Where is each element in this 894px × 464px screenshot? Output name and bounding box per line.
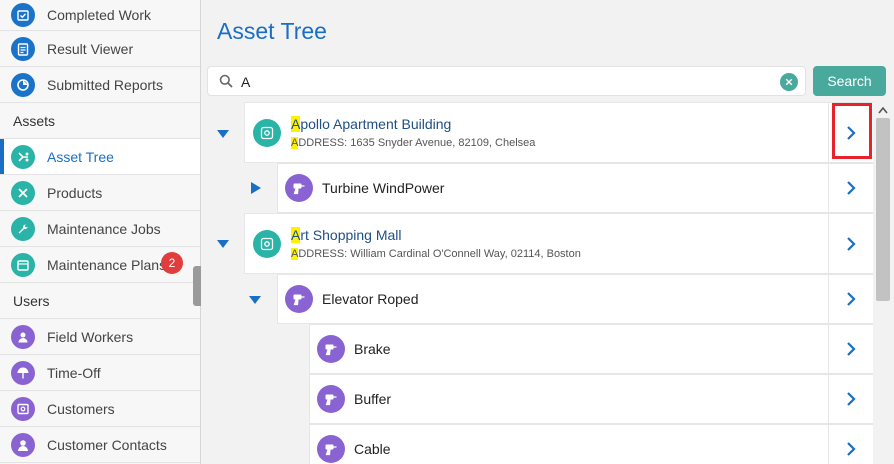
- row-title: Buffer: [354, 391, 392, 407]
- drill-icon: [317, 335, 345, 363]
- row-title: Brake: [354, 341, 391, 357]
- drill-icon: [285, 174, 313, 202]
- row-address: ADDRESS: William Cardinal O'Connell Way,…: [291, 248, 581, 260]
- sidebar-item-label: Field Workers: [47, 328, 134, 345]
- row-title: Cable: [354, 441, 391, 457]
- row-title: Apollo Apartment Building: [291, 116, 535, 132]
- tree-row-elevator-roped[interactable]: Elevator Roped: [277, 274, 874, 324]
- scroll-up-arrow-icon[interactable]: [877, 105, 889, 115]
- callout-highlight-box: [832, 103, 872, 159]
- pie-chart-icon: [11, 72, 35, 97]
- tree-row-turbine-windpower[interactable]: Turbine WindPower: [277, 163, 874, 213]
- wrench-icon: [11, 216, 35, 241]
- sidebar-item-label: Completed Work: [47, 7, 152, 23]
- row-address-text: DDRESS: William Cardinal O'Connell Way, …: [298, 248, 581, 260]
- section-header-users: Users: [0, 283, 200, 319]
- row-title: Art Shopping Mall: [291, 227, 581, 243]
- row-title: Turbine WindPower: [322, 180, 445, 196]
- tree-row-buffer[interactable]: Buffer: [309, 374, 874, 424]
- chevron-right-icon: [847, 392, 856, 406]
- search-button[interactable]: Search: [813, 66, 886, 96]
- sidebar-item-time-off[interactable]: Time-Off: [0, 355, 200, 391]
- match-highlight: A: [291, 116, 301, 132]
- worker-icon: [11, 324, 35, 349]
- drill-icon: [317, 435, 345, 463]
- sidebar-item-label: Asset Tree: [47, 148, 114, 165]
- sidebar: Completed Work Result Viewer Submitted R…: [0, 0, 201, 464]
- sidebar-item-label: Submitted Reports: [47, 76, 163, 93]
- row-text: Art Shopping Mall ADDRESS: William Cardi…: [291, 227, 581, 260]
- sidebar-item-products[interactable]: Products: [0, 175, 200, 211]
- chevron-right-icon: [847, 342, 856, 356]
- calendar-plan-icon: [11, 252, 35, 277]
- sidebar-item-customers[interactable]: Customers: [0, 391, 200, 427]
- person-icon: [11, 432, 35, 457]
- clear-search-icon[interactable]: [780, 73, 798, 91]
- sidebar-resize-handle[interactable]: [193, 266, 201, 306]
- sidebar-item-label: Result Viewer: [47, 40, 134, 57]
- row-title-text: pollo Apartment Building: [300, 116, 452, 132]
- chevron-right-icon: [847, 292, 856, 306]
- sidebar-item-maintenance-jobs[interactable]: Maintenance Jobs: [0, 211, 200, 247]
- row-address: ADDRESS: 1635 Snyder Avenue, 82109, Chel…: [291, 137, 535, 149]
- calendar-check-icon: [11, 3, 35, 27]
- expand-toggle-icon[interactable]: [250, 182, 262, 194]
- row-title: Elevator Roped: [322, 291, 419, 307]
- sidebar-item-label: Maintenance Jobs: [47, 220, 161, 237]
- sidebar-item-label: Maintenance Plans: [47, 256, 167, 273]
- row-open-button[interactable]: [828, 425, 873, 464]
- tree-scrollbar[interactable]: [873, 102, 894, 464]
- chevron-right-icon: [847, 236, 856, 251]
- row-address-text: DDRESS: 1635 Snyder Avenue, 82109, Chels…: [298, 137, 536, 149]
- collapse-toggle-icon[interactable]: [249, 294, 261, 306]
- tree-row-cable[interactable]: Cable: [309, 424, 874, 464]
- contact-card-icon: [11, 396, 35, 421]
- row-title-text: rt Shopping Mall: [300, 227, 402, 243]
- page-title: Asset Tree: [217, 18, 327, 44]
- match-highlight: A: [291, 227, 301, 243]
- notification-badge: 2: [161, 252, 183, 274]
- drill-icon: [317, 385, 345, 413]
- search-box: [207, 66, 806, 96]
- sidebar-item-field-workers[interactable]: Field Workers: [0, 319, 200, 355]
- row-open-button[interactable]: [828, 214, 873, 273]
- drill-icon: [285, 285, 313, 313]
- tree-row-art-shopping-mall[interactable]: Art Shopping Mall ADDRESS: William Cardi…: [244, 213, 874, 274]
- tree-icon: [11, 144, 35, 169]
- tools-icon: [11, 180, 35, 205]
- collapse-toggle-icon[interactable]: [217, 128, 229, 140]
- sidebar-item-customer-contacts[interactable]: Customer Contacts: [0, 427, 200, 463]
- sidebar-item-submitted-reports[interactable]: Submitted Reports: [0, 67, 200, 103]
- clipboard-icon: [11, 36, 35, 61]
- location-pin-icon: [253, 118, 281, 147]
- search-icon: [219, 74, 233, 88]
- row-text: Apollo Apartment Building ADDRESS: 1635 …: [291, 116, 535, 149]
- scroll-thumb[interactable]: [876, 118, 890, 301]
- section-header-assets: Assets: [0, 103, 200, 139]
- chevron-right-icon: [847, 181, 856, 195]
- sidebar-item-result-viewer[interactable]: Result Viewer: [0, 31, 200, 67]
- sidebar-item-label: Customer Contacts: [47, 436, 167, 453]
- tree-row-apollo-apartment-building[interactable]: Apollo Apartment Building ADDRESS: 1635 …: [244, 102, 874, 163]
- sidebar-item-asset-tree[interactable]: Asset Tree: [0, 139, 200, 175]
- sidebar-item-label: Products: [47, 184, 103, 201]
- tree-row-brake[interactable]: Brake: [309, 324, 874, 374]
- row-open-button[interactable]: [828, 325, 873, 373]
- location-pin-icon: [253, 229, 281, 258]
- collapse-toggle-icon[interactable]: [217, 238, 229, 250]
- chevron-right-icon: [847, 442, 856, 456]
- row-open-button[interactable]: [828, 275, 873, 323]
- sidebar-item-label: Time-Off: [47, 364, 101, 381]
- beach-umbrella-icon: [11, 360, 35, 385]
- search-input[interactable]: [241, 71, 771, 93]
- sidebar-item-label: Customers: [47, 400, 115, 417]
- row-open-button[interactable]: [828, 375, 873, 423]
- sidebar-item-completed-work[interactable]: Completed Work: [0, 0, 200, 31]
- row-open-button[interactable]: [828, 164, 873, 212]
